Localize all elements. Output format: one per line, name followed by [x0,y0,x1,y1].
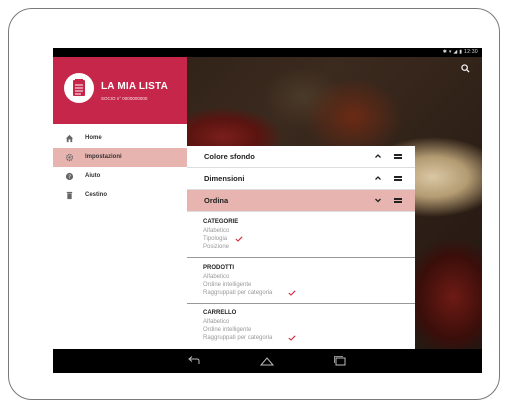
drawer-item-label: Cestino [85,192,108,198]
home-button-icon[interactable] [259,355,275,367]
drag-handle-icon[interactable] [394,198,402,204]
drawer-item-label: Home [85,135,102,141]
drawer-item-label: Aiuto [85,173,101,179]
accordion-label: Dimensioni [204,174,245,183]
chevron-up-icon [375,154,381,158]
status-icons: ✱ ▾ ◢ ▮ 12:30 [442,49,478,55]
sort-option[interactable]: Alfabetico [203,228,229,234]
sort-option[interactable]: Posizione [203,244,229,250]
checkmark-icon [288,335,296,341]
sort-option[interactable]: Ordine intelligente [203,282,251,288]
drag-handle-icon[interactable] [394,176,402,182]
status-time: 12:30 [463,49,478,55]
svg-text:?: ? [68,175,71,181]
app-title: LA MIA LISTA [101,81,169,92]
sort-option[interactable]: Alfabetico [203,319,229,325]
recent-apps-icon[interactable] [332,355,348,367]
home-icon [65,134,74,143]
sort-section-categorie: CATEGORIE Alfabetico Tipologia Posizione [187,212,415,258]
system-navigation-bar [53,349,482,373]
drawer-header: LA MIA LISTA SOCIO n° 0000000000 [53,57,187,124]
drawer-item-home[interactable]: Home [53,129,187,148]
accordion-dimensioni[interactable]: Dimensioni [187,168,415,190]
drag-handle-icon[interactable] [394,154,402,160]
navigation-drawer: LA MIA LISTA SOCIO n° 0000000000 Home Im… [53,57,187,349]
back-icon[interactable] [186,355,202,367]
sort-option-selected[interactable]: Tipologia [203,236,227,242]
drawer-item-impostazioni[interactable]: Impostazioni [53,148,187,167]
checkmark-icon [235,236,243,242]
sort-option-selected[interactable]: Raggruppati per categoria [203,290,272,296]
drawer-item-aiuto[interactable]: ? Aiuto [53,167,187,186]
accordion-colore-sfondo[interactable]: Colore sfondo [187,146,415,168]
list-logo-icon [64,73,94,103]
sort-option[interactable]: Ordine intelligente [203,327,251,333]
search-icon[interactable] [461,64,470,73]
gear-icon [65,153,74,162]
trash-icon [66,191,73,200]
checkmark-icon [288,290,296,296]
help-icon: ? [65,172,74,181]
drawer-item-cestino[interactable]: Cestino [53,186,187,205]
member-number: SOCIO n° 0000000000 [101,96,148,101]
chevron-up-icon [375,176,381,180]
settings-panel: Colore sfondo Dimensioni Ordina CATEGORI… [187,146,415,349]
status-bar: ✱ ▾ ◢ ▮ 12:30 [53,48,482,57]
section-title: CATEGORIE [203,219,239,225]
sort-section-prodotti: PRODOTTI Alfabetico Ordine intelligente … [187,258,415,304]
section-title: CARRELLO [203,310,237,316]
drawer-item-label: Impostazioni [85,154,122,160]
sort-option-selected[interactable]: Raggruppati per categoria [203,335,272,341]
section-title: PRODOTTI [203,265,234,271]
accordion-ordina[interactable]: Ordina [187,190,415,212]
accordion-label: Ordina [204,196,229,205]
sort-option[interactable]: Alfabetico [203,274,229,280]
sort-section-carrello: CARRELLO Alfabetico Ordine intelligente … [187,304,415,349]
accordion-label: Colore sfondo [204,152,255,161]
tablet-screen: ✱ ▾ ◢ ▮ 12:30 LA MIA LISTA SOCIO n° 0000… [53,48,482,373]
chevron-down-icon [375,198,381,203]
